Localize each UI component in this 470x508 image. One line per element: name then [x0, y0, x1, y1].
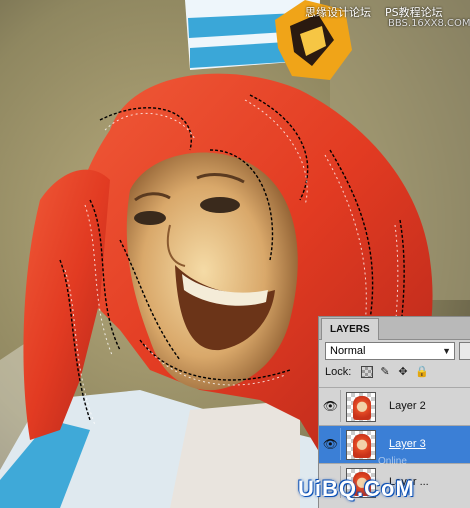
blend-mode-select[interactable]: Normal ▼: [325, 342, 455, 360]
lock-move-icon[interactable]: ✥: [397, 366, 409, 378]
watermark-bottom: UiBQ.CoM: [298, 470, 415, 508]
blend-mode-value: Normal: [330, 345, 366, 357]
watermark-site-small: BBS.16XX8.COM: [388, 18, 470, 29]
layer-name: Layer 2: [389, 400, 426, 412]
lock-transparency-icon[interactable]: [361, 366, 373, 378]
panel-tab-bar: LAYERS: [319, 317, 470, 340]
opacity-control[interactable]: [459, 342, 470, 360]
tab-layers[interactable]: LAYERS: [321, 318, 379, 340]
watermark-top-left: 思缘设计论坛: [305, 6, 371, 19]
lock-all-icon[interactable]: 🔒: [415, 366, 429, 378]
layer-name: Layer 3: [389, 438, 426, 450]
layer-thumbnail: [346, 430, 376, 460]
lock-label: Lock:: [325, 366, 352, 378]
eye-icon[interactable]: 👁: [321, 428, 341, 460]
layer-thumbnail: [346, 392, 376, 422]
watermark-ghost: Online: [378, 456, 407, 467]
layer-row[interactable]: 👁 Layer 2: [319, 387, 470, 425]
lock-paint-icon[interactable]: ✎: [379, 366, 391, 378]
watermark-bottom-text: UiBQ.CoM: [298, 476, 415, 501]
lock-row: Lock: ✎ ✥ 🔒: [325, 365, 470, 381]
chevron-down-icon: ▼: [442, 346, 451, 356]
eye-icon[interactable]: 👁: [321, 390, 341, 422]
